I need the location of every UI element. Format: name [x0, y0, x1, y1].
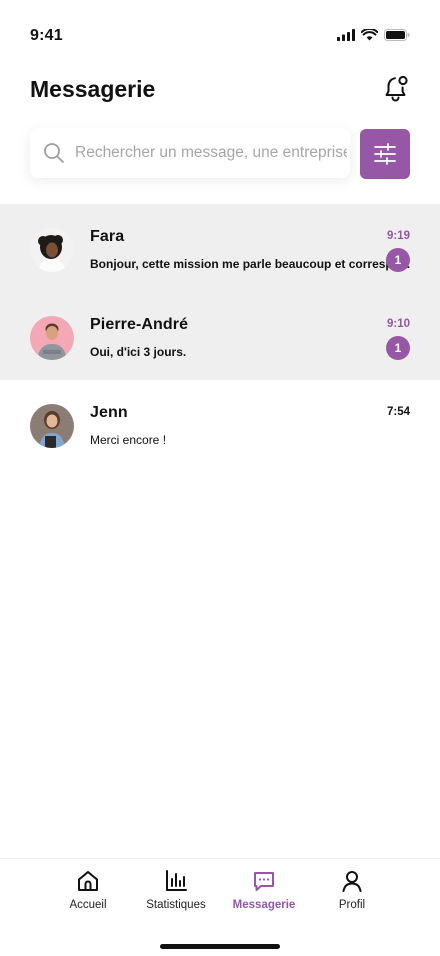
tab-label: Accueil — [69, 899, 107, 911]
bar-chart-icon — [166, 870, 187, 891]
conversation-preview: Bonjour, cette mission me parle beaucoup… — [90, 257, 411, 271]
conversation-item[interactable]: Pierre-André Oui, d'ici 3 jours. 9:10 1 — [0, 292, 440, 380]
user-icon — [342, 871, 362, 892]
conversation-preview: Oui, d'ici 3 jours. — [90, 345, 187, 359]
tab-label: Profil — [338, 899, 366, 911]
conversation-list: Fara Bonjour, cette mission me parle bea… — [0, 204, 440, 468]
tab-messagerie[interactable]: Messagerie — [219, 869, 309, 911]
notifications-button[interactable] — [384, 74, 410, 102]
tab-accueil[interactable]: Accueil — [43, 869, 133, 911]
unread-badge: 1 — [386, 248, 410, 272]
signal-icon — [337, 29, 355, 41]
conversation-name: Pierre-André — [90, 316, 189, 333]
chat-icon — [254, 872, 274, 891]
search-icon — [44, 143, 64, 163]
conversation-time: 9:19 — [386, 230, 410, 242]
search-row — [30, 128, 410, 180]
avatar — [30, 316, 74, 360]
search-box[interactable] — [30, 128, 350, 178]
header: Messagerie — [30, 72, 410, 108]
home-icon — [78, 871, 98, 891]
tab-label: Statistiques — [146, 899, 206, 911]
conversation-time: 7:54 — [386, 406, 410, 418]
status-time: 9:41 — [30, 27, 63, 44]
unread-badge: 1 — [386, 336, 410, 360]
battery-icon — [384, 29, 410, 41]
sliders-icon — [374, 143, 396, 165]
search-input[interactable] — [75, 144, 347, 162]
avatar — [30, 404, 74, 448]
wifi-icon — [361, 29, 378, 41]
status-bar: 9:41 — [0, 0, 440, 60]
conversation-name: Fara — [90, 228, 125, 245]
bell-icon — [385, 75, 408, 102]
filter-button[interactable] — [360, 129, 410, 179]
conversation-item[interactable]: Jenn Merci encore ! 7:54 — [0, 380, 440, 468]
page-title: Messagerie — [30, 76, 156, 102]
tab-bar: Accueil Statistiques Messagerie Profil — [0, 858, 440, 956]
conversation-item[interactable]: Fara Bonjour, cette mission me parle bea… — [0, 204, 440, 292]
conversation-preview: Merci encore ! — [90, 433, 167, 447]
conversation-time: 9:10 — [386, 318, 410, 330]
status-icons — [337, 29, 410, 41]
tab-statistiques[interactable]: Statistiques — [131, 869, 221, 911]
tab-profil[interactable]: Profil — [307, 869, 397, 911]
tab-label: Messagerie — [232, 899, 296, 911]
conversation-name: Jenn — [90, 404, 128, 421]
home-indicator — [160, 944, 280, 949]
avatar — [30, 228, 74, 272]
